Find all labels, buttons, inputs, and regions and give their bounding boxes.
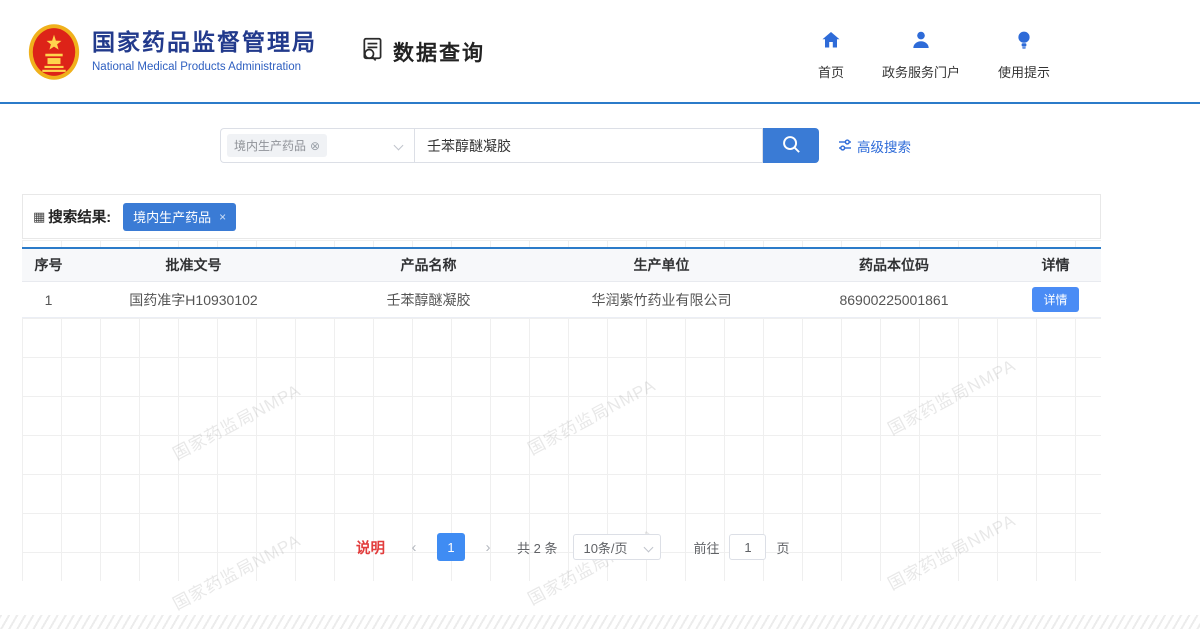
- cell-manufacturer: 华润紫竹药业有限公司: [545, 290, 778, 310]
- next-page-button[interactable]: ›: [475, 533, 501, 561]
- watermark-text: 国家药监局NMPA: [882, 506, 1019, 595]
- chevron-down-icon: [394, 141, 404, 151]
- goto-page-input[interactable]: [729, 534, 766, 560]
- column-header-manufacturer: 生产单位: [545, 255, 778, 275]
- results-label-text: 搜索结果:: [48, 206, 111, 227]
- search-row: 境内生产药品 ⊗: [220, 128, 819, 163]
- results-label: ▦ 搜索结果:: [33, 206, 111, 227]
- search-button[interactable]: [763, 128, 819, 163]
- nmpa-emblem-logo: [28, 23, 80, 81]
- total-count-label: 共 2 条: [517, 538, 557, 557]
- footer-hatch-pattern: [0, 615, 1200, 629]
- category-select[interactable]: 境内生产药品 ⊗: [220, 128, 414, 163]
- header-divider: [0, 102, 1200, 104]
- cell-product-name: 壬苯醇醚凝胶: [312, 290, 545, 310]
- goto-label: 前往: [693, 538, 719, 557]
- nav-label-gov-portal: 政务服务门户: [882, 62, 960, 81]
- watermark-text: 国家药监局NMPA: [167, 376, 304, 465]
- home-icon: [821, 30, 841, 55]
- cell-index: 1: [22, 292, 75, 308]
- watermark-text: 国家药监局NMPA: [167, 526, 304, 615]
- org-name-en: National Medical Products Administration: [92, 61, 317, 73]
- note-link[interactable]: 说明: [356, 537, 385, 558]
- column-header-approval-no: 批准文号: [75, 255, 312, 275]
- nav-label-home: 首页: [818, 62, 844, 81]
- page-size-value: 10条/页: [583, 538, 627, 557]
- user-icon: [911, 30, 931, 55]
- category-tag-close-icon[interactable]: ⊗: [310, 139, 320, 153]
- column-header-index: 序号: [22, 255, 75, 275]
- detail-button[interactable]: 详情: [1032, 287, 1078, 312]
- column-header-product-name: 产品名称: [312, 255, 545, 275]
- search-icon: [781, 134, 802, 158]
- column-header-code: 药品本位码: [778, 255, 1010, 275]
- header: 国家药品监督管理局 National Medical Products Admi…: [0, 0, 1200, 102]
- grid-icon: ▦: [33, 209, 45, 225]
- pagination: 说明 ‹ 1 › 共 2 条 10条/页 前往 页: [356, 533, 790, 561]
- page-title: 数据查询: [360, 36, 485, 67]
- category-tag: 境内生产药品 ⊗: [227, 134, 327, 157]
- org-name: 国家药品监督管理局: [92, 27, 317, 57]
- nav-item-gov-portal[interactable]: 政务服务门户: [882, 30, 960, 81]
- watermark-text: 国家药监局NMPA: [522, 371, 659, 460]
- current-page-button[interactable]: 1: [437, 533, 465, 561]
- results-filter-tag[interactable]: 境内生产药品 ×: [123, 203, 236, 231]
- bulb-icon: [1014, 30, 1034, 55]
- page: 国家药品监督管理局 National Medical Products Admi…: [0, 0, 1200, 629]
- goto-suffix-label: 页: [776, 538, 789, 557]
- chevron-down-icon: [644, 543, 654, 553]
- column-header-detail: 详情: [1010, 255, 1101, 275]
- data-query-icon: [360, 36, 386, 67]
- search-input[interactable]: [414, 128, 763, 163]
- advanced-search-link[interactable]: 高级搜索: [838, 136, 911, 156]
- top-nav: 首页 政务服务门户 使: [818, 30, 1050, 81]
- table-row: 1 国药准字H10930102 壬苯醇醚凝胶 华润紫竹药业有限公司 869002…: [22, 282, 1101, 318]
- results-bar: ▦ 搜索结果: 境内生产药品 ×: [22, 194, 1101, 239]
- nav-item-tips[interactable]: 使用提示: [998, 30, 1050, 81]
- advanced-search-label: 高级搜索: [857, 136, 911, 156]
- page-size-select[interactable]: 10条/页: [573, 534, 661, 560]
- nav-item-home[interactable]: 首页: [818, 30, 844, 81]
- category-tag-label: 境内生产药品: [234, 137, 306, 154]
- cell-approval-no: 国药准字H10930102: [75, 290, 312, 310]
- filter-tag-close-icon[interactable]: ×: [219, 210, 226, 224]
- page-title-text: 数据查询: [393, 37, 485, 67]
- cell-code: 86900225001861: [778, 292, 1010, 308]
- org-title-block: 国家药品监督管理局 National Medical Products Admi…: [92, 27, 317, 73]
- advanced-filter-icon: [838, 138, 852, 155]
- table-header-row: 序号 批准文号 产品名称 生产单位 药品本位码 详情: [22, 249, 1101, 282]
- nav-label-tips: 使用提示: [998, 62, 1050, 81]
- table-region: 国家药监局NMPA 国家药监局NMPA 国家药监局NMPA 国家药监局NMPA …: [22, 240, 1101, 581]
- watermark-text: 国家药监局NMPA: [882, 351, 1019, 440]
- prev-page-button[interactable]: ‹: [401, 533, 427, 561]
- filter-tag-label: 境内生产药品: [133, 207, 211, 226]
